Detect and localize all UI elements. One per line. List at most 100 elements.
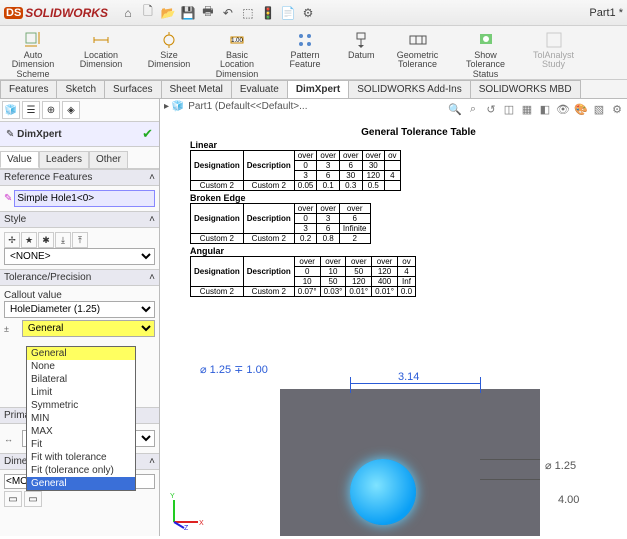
dd-opt-bilateral[interactable]: Bilateral [27,373,135,386]
fm-tab-property-icon[interactable]: ⊕ [42,101,60,119]
tab-surfaces[interactable]: Surfaces [104,80,161,98]
height-dim[interactable]: 4.00 [558,494,579,506]
qat-save-icon[interactable]: 💾 [180,5,196,21]
dia-line [480,459,540,460]
tab-sketch[interactable]: Sketch [56,80,105,98]
tolerance-type-dropdown[interactable]: General None Bilateral Limit Symmetric M… [26,346,136,491]
section-reference-features[interactable]: Reference Features˄ [0,169,159,186]
graphics-area[interactable]: ▸ 🧊 Part1 (Default<<Default>... 🔍 ⌕ ↺ ◫ … [160,99,627,536]
ribbon-datum[interactable]: Datum [346,30,377,79]
subtab-leaders[interactable]: Leaders [39,151,89,168]
qat-rebuild-icon[interactable]: 🚦 [260,5,276,21]
callout-label: Callout value [4,290,155,301]
ribbon-show-tol[interactable]: Show Tolerance Status [459,30,513,79]
width-dim-line [350,383,480,384]
zoom-area-icon[interactable]: ⌕ [465,101,481,117]
view-orient-icon[interactable]: ▦ [519,101,535,117]
svg-text:1.00: 1.00 [231,38,243,44]
app-brand: SOLIDWORKS [25,6,108,20]
callout-value-select[interactable]: HoleDiameter (1.25) [4,301,155,318]
style-save-icon[interactable]: ⤒ [72,232,88,248]
view-triad[interactable]: Y X Z [166,490,206,530]
loc-dim-icon [91,30,111,50]
tolerance-type-select[interactable]: General [22,320,155,337]
dd-opt-max[interactable]: MAX [27,425,135,438]
tolerance-table: General Tolerance Table Linear Designati… [190,127,627,297]
text-box-1-icon[interactable]: ▭ [4,491,22,507]
qat-home-icon[interactable]: ⌂ [120,5,136,21]
hole-callout-dim[interactable]: ⌀ 1.25 ∓ 1.00 [200,363,268,376]
basic-loc-icon: 1.00 [227,30,247,50]
hole-feature[interactable] [350,459,416,525]
reference-feature-input[interactable] [14,190,155,207]
part-body[interactable] [280,389,540,536]
dd-opt-general-current[interactable]: General [27,347,135,360]
linear-label: Linear [190,140,627,150]
collapse-icon: ˄ [149,272,155,283]
style-add-icon[interactable]: ✢ [4,232,20,248]
ribbon-pattern[interactable]: Pattern Feature [278,30,332,79]
qat-undo-icon[interactable]: ↶ [220,5,236,21]
dd-opt-symmetric[interactable]: Symmetric [27,399,135,412]
width-dim[interactable]: 3.14 [398,371,419,383]
ribbon-basic-loc[interactable]: 1.00 Basic Location Dimension [210,30,264,79]
ref-icon: ✎ [4,193,12,204]
qat-print-icon[interactable]: 🖶 [200,5,216,21]
subtab-other[interactable]: Other [89,151,128,168]
dd-opt-limit[interactable]: Limit [27,386,135,399]
scene-icon[interactable]: ▧ [591,101,607,117]
ribbon-size-dim[interactable]: Size Dimension [142,30,196,79]
datum-icon [351,30,371,50]
dd-opt-fit-tol-only[interactable]: Fit (tolerance only) [27,464,135,477]
appearance-icon[interactable]: 🎨 [573,101,589,117]
fm-tab-config-icon[interactable]: ☰ [22,101,40,119]
qat-open-icon[interactable]: 📂 [160,5,176,21]
ext-line [480,377,481,393]
dd-opt-general[interactable]: General [27,477,135,490]
tab-dimxpert[interactable]: DimXpert [287,80,349,98]
tab-features[interactable]: Features [0,80,57,98]
show-tol-icon [476,30,496,50]
fm-tab-dimxpert-icon[interactable]: ◈ [62,101,80,119]
panel-subtabs: Value Leaders Other [0,151,159,169]
dd-opt-fit[interactable]: Fit [27,438,135,451]
section-view-icon[interactable]: ◫ [501,101,517,117]
style-update-icon[interactable]: ✱ [38,232,54,248]
svg-text:Z: Z [184,525,189,530]
heads-up-toolbar: 🔍 ⌕ ↺ ◫ ▦ ◧ 👁 🎨 ▧ ⚙ [447,101,625,117]
size-dim-icon [159,30,179,50]
fm-tab-tree-icon[interactable]: 🧊 [2,101,20,119]
view-settings-icon[interactable]: ⚙ [609,101,625,117]
tab-addins[interactable]: SOLIDWORKS Add-Ins [348,80,470,98]
display-style-icon[interactable]: ◧ [537,101,553,117]
qat-options-icon[interactable]: 📄 [280,5,296,21]
subtab-value[interactable]: Value [0,151,39,168]
style-apply-icon[interactable]: ★ [21,232,37,248]
style-load-icon[interactable]: ⤓ [55,232,71,248]
section-style[interactable]: Style˄ [0,211,159,228]
qat-new-icon[interactable]: 🗋 [140,5,156,21]
ok-button[interactable]: ✔ [142,126,153,142]
hide-show-icon[interactable]: 👁 [555,101,571,117]
collapse-icon: ˄ [149,214,155,225]
tab-mbd[interactable]: SOLIDWORKS MBD [470,80,581,98]
ribbon-auto-dim[interactable]: Auto Dimension Scheme [6,30,60,79]
style-select[interactable]: <NONE> [4,248,155,265]
ribbon-loc-dim[interactable]: Location Dimension [74,30,128,79]
dd-opt-fit-with-tol[interactable]: Fit with tolerance [27,451,135,464]
dd-opt-min[interactable]: MIN [27,412,135,425]
section-tolerance[interactable]: Tolerance/Precision˄ [0,269,159,286]
dia-line [480,479,540,480]
ext-line [350,377,351,393]
tab-evaluate[interactable]: Evaluate [231,80,288,98]
ribbon-geo-tol[interactable]: Geometric Tolerance [391,30,445,79]
qat-settings-icon[interactable]: ⚙ [300,5,316,21]
text-box-2-icon[interactable]: ▭ [24,491,42,507]
tab-sheet-metal[interactable]: Sheet Metal [161,80,232,98]
qat-select-icon[interactable]: ⬚ [240,5,256,21]
zoom-fit-icon[interactable]: 🔍 [447,101,463,117]
command-tabs: Features Sketch Surfaces Sheet Metal Eva… [0,80,627,99]
prev-view-icon[interactable]: ↺ [483,101,499,117]
diameter-dim[interactable]: ⌀ 1.25 [545,459,576,472]
dd-opt-none[interactable]: None [27,360,135,373]
